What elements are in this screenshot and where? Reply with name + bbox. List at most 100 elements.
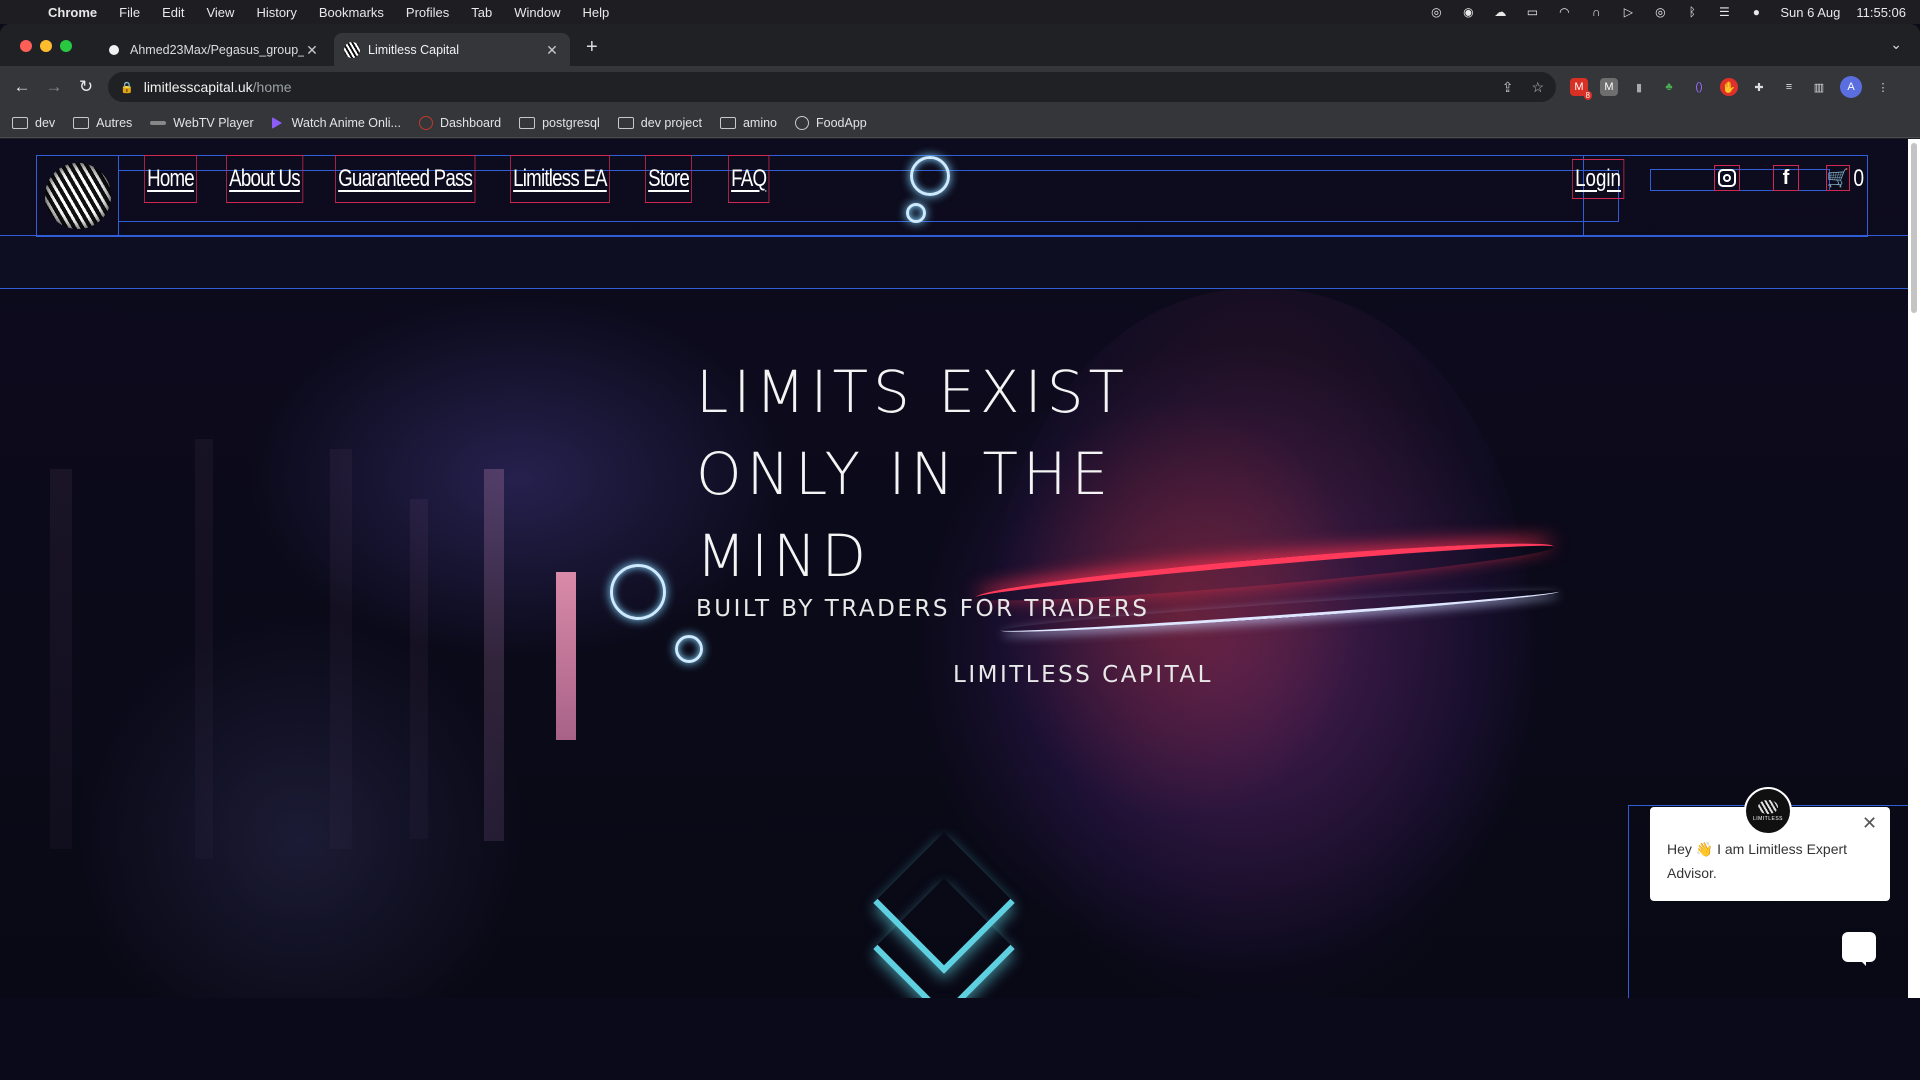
zoom-window-button[interactable] <box>60 40 72 52</box>
user-status-icon[interactable]: ◉ <box>1460 5 1476 19</box>
control-center-icon[interactable]: ☰ <box>1716 5 1732 19</box>
login-link[interactable]: Login <box>1572 159 1625 199</box>
glow-ring <box>610 564 666 620</box>
nav-home[interactable]: Home <box>144 155 198 203</box>
bookmark-webtv-player[interactable]: WebTV Player <box>150 116 254 130</box>
decorative-pillar <box>195 439 213 859</box>
menu-bookmarks[interactable]: Bookmarks <box>319 5 384 20</box>
nav-about-us[interactable]: About Us <box>226 155 304 203</box>
side-panel-icon[interactable]: ▥ <box>1810 78 1828 96</box>
hand-extension-icon[interactable]: ✋ <box>1720 78 1738 96</box>
site-logo[interactable] <box>44 163 111 229</box>
nav-limitless-ea[interactable]: Limitless EA <box>510 155 610 203</box>
reload-button[interactable]: ↻ <box>70 77 102 97</box>
chevron-down-icon[interactable]: ⌄ <box>1890 36 1902 53</box>
bookmark-label: Autres <box>96 115 133 130</box>
extensions-area: M8 M ▮ ♣ () ✋ ✚ ≡ ▥ A ⋮ <box>1570 76 1892 100</box>
menu-help[interactable]: Help <box>583 5 610 20</box>
bluetooth-icon[interactable]: ᛒ <box>1684 5 1700 19</box>
close-window-button[interactable] <box>20 40 32 52</box>
menubar-time[interactable]: 11:55:06 <box>1856 5 1906 20</box>
scrollbar-thumb[interactable] <box>1911 143 1917 313</box>
bookmark-star-icon[interactable]: ☆ <box>1531 79 1544 96</box>
glow-ring <box>675 635 703 663</box>
bookmark-dev-project[interactable]: dev project <box>617 116 702 130</box>
url-path: /home <box>252 79 292 95</box>
siri-icon[interactable]: ● <box>1748 5 1764 19</box>
chat-close-icon[interactable]: ✕ <box>1862 813 1877 834</box>
globe-icon <box>795 115 809 130</box>
headphones-icon[interactable]: ∩ <box>1588 5 1604 19</box>
close-icon[interactable]: ✕ <box>304 42 320 59</box>
decorative-pillar <box>410 499 428 839</box>
profile-avatar[interactable]: A <box>1840 76 1862 98</box>
bookmark-watch-anime[interactable]: Watch Anime Onli... <box>271 115 401 130</box>
menu-profiles[interactable]: Profiles <box>406 5 449 20</box>
brackets-extension-icon[interactable]: () <box>1690 78 1708 96</box>
header-sub-band <box>0 235 1908 289</box>
cart-count[interactable]: 0 <box>1853 165 1864 193</box>
menu-view[interactable]: View <box>206 5 234 20</box>
page-viewport: Home About Us Guaranteed Pass Limitless … <box>0 139 1920 998</box>
tab-github[interactable]: Ahmed23Max/Pegasus_group_ ✕ <box>96 33 330 67</box>
m-extension-icon[interactable]: M <box>1600 78 1618 96</box>
airdrop-icon[interactable]: ◎ <box>1652 5 1668 19</box>
bookmark-autres[interactable]: Autres <box>73 116 132 130</box>
wifi-icon[interactable]: ◠ <box>1556 5 1572 19</box>
decorative-pillar <box>50 469 72 849</box>
menu-edit[interactable]: Edit <box>162 5 184 20</box>
menu-app-name[interactable]: Chrome <box>48 5 97 20</box>
folder-icon <box>73 116 90 129</box>
menu-tab[interactable]: Tab <box>471 5 492 20</box>
puzzle-extensions-icon[interactable]: ✚ <box>1750 78 1768 96</box>
gmail-badge: 8 <box>1583 91 1592 100</box>
close-icon[interactable]: ✕ <box>544 42 560 59</box>
instagram-icon[interactable] <box>1714 165 1740 191</box>
tree-extension-icon[interactable]: ♣ <box>1660 78 1678 96</box>
browser-window: Ahmed23Max/Pegasus_group_ ✕ Limitless Ca… <box>0 24 1920 998</box>
folder-icon <box>617 116 634 129</box>
tab-limitless-capital[interactable]: Limitless Capital ✕ <box>334 33 570 67</box>
page-scrollbar[interactable] <box>1908 139 1920 998</box>
keyboard-icon[interactable]: ▭ <box>1524 5 1540 19</box>
share-icon[interactable]: ⇪ <box>1502 79 1514 96</box>
address-bar[interactable]: 🔒 limitlesscapital.uk/home ⇪ ☆ <box>108 72 1556 102</box>
lock-icon[interactable]: 🔒 <box>120 81 134 94</box>
creative-cloud-icon[interactable]: ◎ <box>1428 5 1444 19</box>
chat-launcher-button[interactable] <box>1842 932 1876 966</box>
menu-window[interactable]: Window <box>514 5 560 20</box>
cloud-icon[interactable]: ☁ <box>1492 5 1508 19</box>
nav-store[interactable]: Store <box>645 155 693 203</box>
nav-guaranteed-pass[interactable]: Guaranteed Pass <box>335 155 476 203</box>
back-button[interactable]: ← <box>6 77 38 97</box>
reading-list-icon[interactable]: ≡ <box>1780 78 1798 96</box>
logo-container <box>37 156 119 236</box>
bookmark-label: amino <box>742 115 777 130</box>
menu-file[interactable]: File <box>119 5 140 20</box>
menubar-date[interactable]: Sun 6 Aug <box>1780 5 1840 20</box>
nav-faq[interactable]: FAQ <box>728 155 770 203</box>
bookmark-amino[interactable]: amino <box>719 115 777 130</box>
facebook-icon[interactable]: f <box>1773 165 1799 191</box>
folder-icon <box>719 116 736 129</box>
new-tab-button[interactable]: + <box>586 36 598 59</box>
menu-history[interactable]: History <box>256 5 296 20</box>
gmail-extension-icon[interactable]: M8 <box>1570 78 1592 100</box>
dashboard-icon <box>418 115 433 130</box>
hero-brand: LIMITLESS CAPITAL <box>953 662 1213 688</box>
cart-icon[interactable]: 🛒 <box>1826 165 1850 191</box>
bookmark-dev[interactable]: dev <box>12 116 55 130</box>
github-icon <box>106 42 122 58</box>
bookmarks-bar: dev Autres WebTV Player Watch Anime Onli… <box>0 108 1920 138</box>
minimize-window-button[interactable] <box>40 40 52 52</box>
url-host: limitlesscapital.uk <box>143 79 253 95</box>
play-circle-icon[interactable]: ▷ <box>1620 5 1636 19</box>
bookmark-dashboard[interactable]: Dashboard <box>418 115 501 130</box>
bookmark-label: Watch Anime Onli... <box>291 115 401 130</box>
forward-button[interactable]: → <box>38 77 70 97</box>
bookmark-postgresql[interactable]: postgresql <box>519 116 600 130</box>
bottle-extension-icon[interactable]: ▮ <box>1630 78 1648 96</box>
kebab-menu-icon[interactable]: ⋮ <box>1874 78 1892 96</box>
desktop-background <box>0 998 1920 1080</box>
bookmark-foodapp[interactable]: FoodApp <box>795 115 867 130</box>
